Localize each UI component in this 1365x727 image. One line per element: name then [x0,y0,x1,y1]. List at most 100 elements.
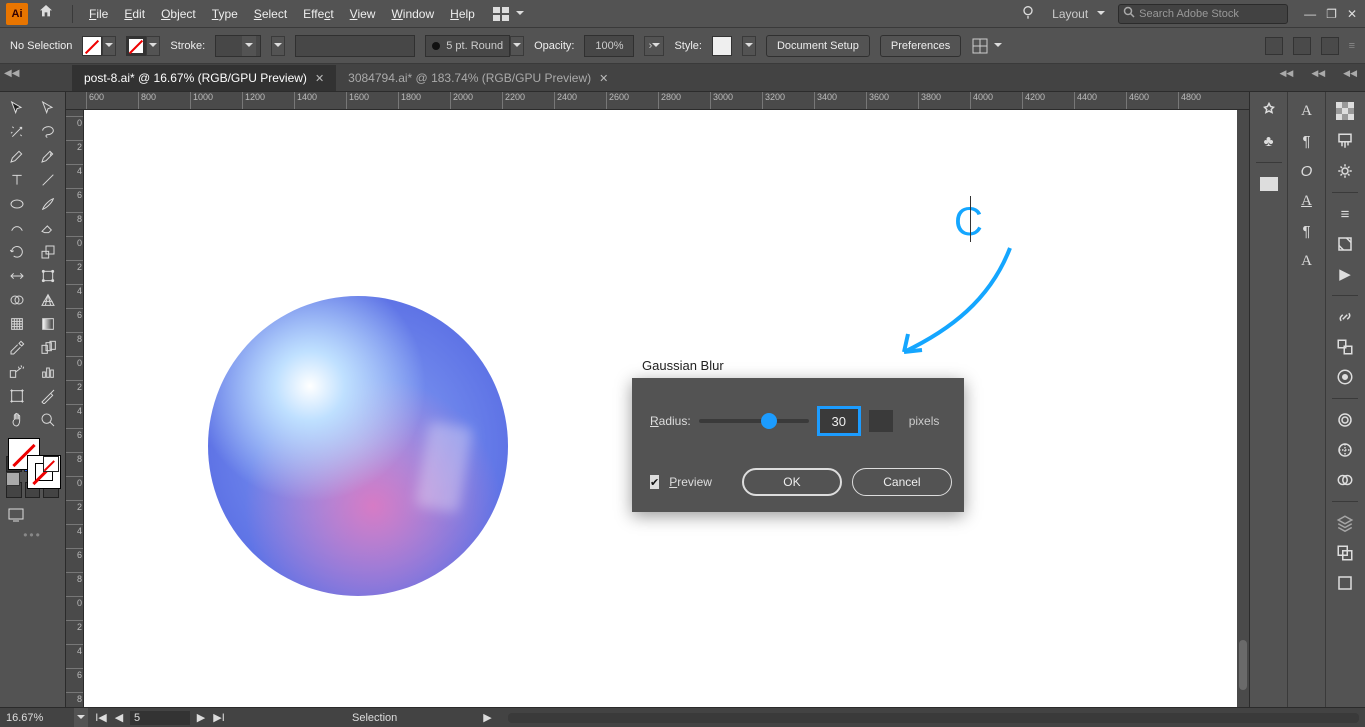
layers-panel-icon[interactable] [1334,512,1356,534]
pathfinder-panel-icon[interactable] [1334,542,1356,564]
opacity-input[interactable]: 100% [584,35,634,57]
align-panel-icon[interactable] [1293,37,1311,55]
variable-width-profile[interactable] [295,35,415,57]
color-mode-none[interactable] [43,456,59,472]
links-panel-icon[interactable] [1334,306,1356,328]
align-to-icon[interactable] [971,36,1005,56]
rotate-tool[interactable] [2,240,33,264]
search-input[interactable]: Search Adobe Stock [1118,4,1288,24]
fill-dropdown[interactable] [102,36,116,56]
eyedropper-tool[interactable] [2,336,33,360]
window-restore-icon[interactable]: ❐ [1326,7,1337,21]
first-artboard-icon[interactable]: I◀ [94,711,108,725]
horizontal-scrollbar[interactable] [508,713,1359,723]
artboard[interactable]: C Gaussian Blur Radius: 30 [84,110,1237,707]
perspective-grid-tool[interactable] [33,288,64,312]
next-artboard-icon[interactable]: ▶ [194,711,208,725]
zoom-dropdown[interactable] [74,708,88,727]
asset-export-panel-icon[interactable] [1334,233,1356,255]
graphic-styles-panel-icon[interactable] [1334,439,1356,461]
menu-help[interactable]: Help [442,3,483,25]
document-setup-button[interactable]: Document Setup [766,35,870,57]
fill-swatch[interactable] [82,36,102,56]
menu-window[interactable]: Window [383,3,442,25]
properties-panel-icon[interactable] [1258,100,1280,122]
style-dropdown[interactable] [742,36,756,56]
radius-slider-knob[interactable] [761,413,777,429]
vertical-ruler[interactable]: 0246802468024680246802468 [66,110,84,707]
width-tool[interactable] [2,264,33,288]
panel-menu-icon[interactable]: ≡ [1349,40,1355,52]
direct-selection-tool[interactable] [33,96,64,120]
type-tool[interactable] [2,168,33,192]
paragraph-panel-icon[interactable]: ¶ [1296,130,1318,152]
status-menu-icon[interactable]: ▶ [483,711,491,724]
gradient-tool[interactable] [33,312,64,336]
panel-collapse-icon[interactable]: ◀◀ [1311,68,1325,79]
transform-panel-icon[interactable] [1265,37,1283,55]
canvas[interactable]: C Gaussian Blur Radius: 30 [84,110,1249,707]
column-graph-tool[interactable] [33,360,64,384]
pen-tool[interactable] [2,144,33,168]
blend-tool[interactable] [33,336,64,360]
actions-panel-icon[interactable]: ▶ [1334,263,1356,285]
screen-mode[interactable] [2,504,63,526]
swap-fill-stroke-icon[interactable] [6,472,20,486]
radius-slider[interactable] [699,419,809,423]
stroke-weight-input[interactable] [215,35,261,57]
panel-collapse-icon[interactable]: ◀◀ [1279,68,1293,79]
shape-panel-icon[interactable] [1321,37,1339,55]
horizontal-ruler[interactable]: 6008001000120014001600180020002200240026… [66,92,1249,110]
menu-select[interactable]: Select [246,3,295,25]
preview-checkbox[interactable]: ✔ [650,475,659,489]
workspace-switcher[interactable] [493,4,527,24]
free-transform-tool[interactable] [33,264,64,288]
selection-tool[interactable] [2,96,33,120]
magic-wand-tool[interactable] [2,120,33,144]
opentype-panel-icon[interactable]: O [1296,160,1318,182]
panel-collapse-icon[interactable]: ◀◀ [1343,68,1357,79]
style-swatch[interactable] [712,36,732,56]
edit-toolbar-icon[interactable]: ••• [2,528,63,552]
scrollbar-thumb[interactable] [1239,640,1247,690]
zoom-level[interactable]: 16.67% [6,712,68,724]
scale-tool[interactable] [33,240,64,264]
character-styles-panel-icon[interactable]: A [1296,250,1318,272]
character-panel-icon[interactable]: A [1296,100,1318,122]
menu-edit[interactable]: Edit [116,3,153,25]
discover-icon[interactable] [1020,4,1036,23]
workspace-dropdown[interactable]: Layout [1052,4,1108,24]
brushes-panel-icon[interactable] [1334,130,1356,152]
toolbox-collapse-icon[interactable]: ◀◀ [4,68,19,79]
ok-button[interactable]: OK [742,468,842,496]
libraries-panel-icon[interactable]: ♣ [1258,130,1280,152]
paintbrush-tool[interactable] [33,192,64,216]
swatches-panel-icon[interactable] [1334,100,1356,122]
artboard-tool[interactable] [2,384,33,408]
radius-input[interactable]: 30 [817,406,861,436]
stroke-dropdown[interactable] [146,36,160,56]
tab-close-icon[interactable]: ✕ [315,72,324,85]
transparency-panel-icon[interactable] [1334,469,1356,491]
window-close-icon[interactable]: ✕ [1347,7,1357,21]
shape-builder-tool[interactable] [2,288,33,312]
artboards-panel-icon[interactable] [1334,336,1356,358]
menu-view[interactable]: View [342,3,384,25]
brush-dropdown[interactable] [510,36,524,56]
curvature-tool[interactable] [33,144,64,168]
radius-stepper[interactable] [869,410,893,432]
home-icon[interactable] [38,3,54,24]
paragraph-styles-panel-icon[interactable]: ¶ [1296,220,1318,242]
brush-definition[interactable]: 5 pt. Round [425,35,510,57]
symbol-sprayer-tool[interactable] [2,360,33,384]
hand-tool[interactable] [2,408,33,432]
menu-type[interactable]: Type [204,3,246,25]
align-panel-icon[interactable] [1334,572,1356,594]
line-tool[interactable] [33,168,64,192]
mesh-tool[interactable] [2,312,33,336]
ellipse-tool[interactable] [2,192,33,216]
symbols-panel-icon[interactable] [1334,160,1356,182]
window-minimize-icon[interactable]: — [1304,7,1316,21]
stroke-panel-icon[interactable]: ≡ [1334,203,1356,225]
preferences-button[interactable]: Preferences [880,35,961,57]
